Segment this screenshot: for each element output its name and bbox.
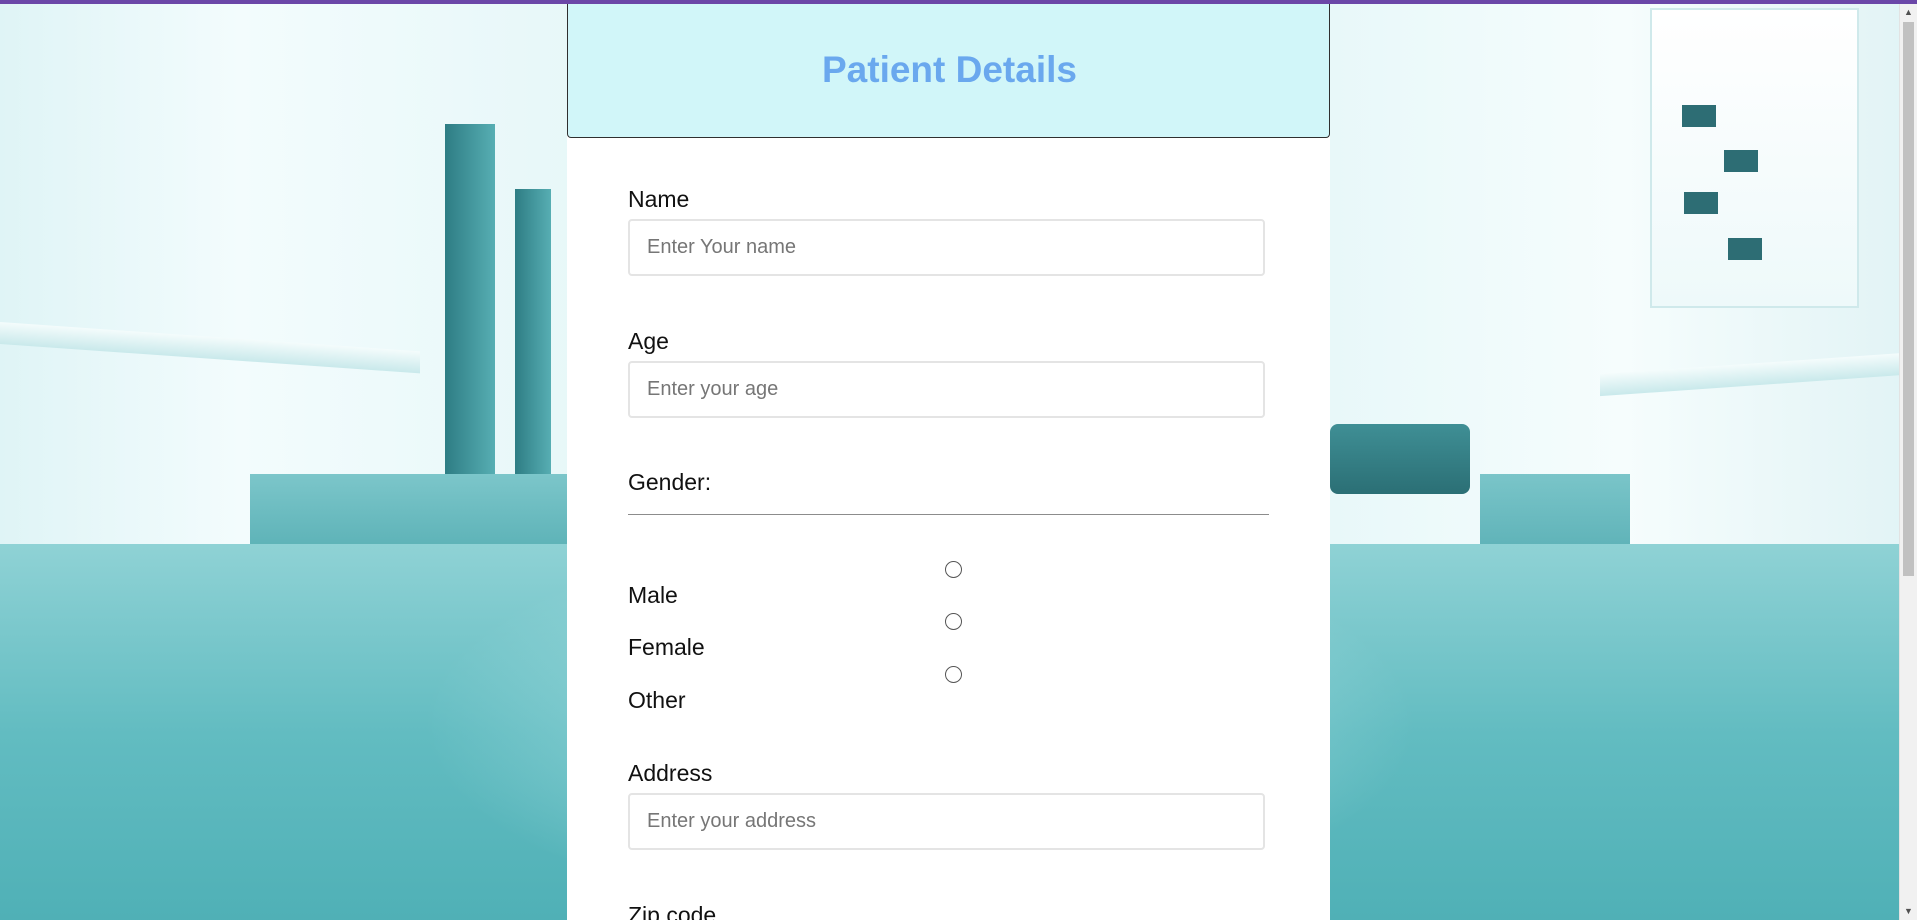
gender-male-radio[interactable]	[945, 561, 962, 578]
age-input[interactable]	[628, 361, 1265, 418]
address-input[interactable]	[628, 793, 1265, 850]
form-header: Patient Details	[567, 4, 1330, 138]
gender-option-female-label: Female	[628, 634, 705, 660]
gender-divider	[628, 514, 1269, 515]
cabinet-slot	[1728, 238, 1762, 260]
address-label: Address	[628, 760, 713, 786]
cabinet-slot	[1724, 150, 1758, 172]
name-label: Name	[628, 186, 690, 212]
gender-option-other-label: Other	[628, 687, 686, 713]
name-input[interactable]	[628, 219, 1265, 276]
page-scrollbar[interactable]: ▲ ▼	[1899, 4, 1917, 920]
page-viewport: Patient Details Name Age Gender: Male Fe…	[0, 0, 1917, 920]
scrollbar-thumb[interactable]	[1903, 22, 1914, 576]
top-accent-bar	[0, 0, 1917, 4]
patient-form-card: Patient Details Name Age Gender: Male Fe…	[567, 4, 1330, 920]
age-label: Age	[628, 328, 669, 354]
scroll-up-arrow-icon[interactable]: ▲	[1900, 4, 1917, 21]
cabinet-slot	[1684, 192, 1718, 214]
gender-female-radio[interactable]	[945, 613, 962, 630]
form-title: Patient Details	[822, 49, 1077, 90]
scroll-down-arrow-icon[interactable]: ▼	[1900, 903, 1917, 920]
cabinet-slot	[1682, 105, 1716, 127]
gender-label: Gender:	[628, 469, 712, 495]
zip-code-label: Zip code	[628, 902, 717, 920]
waiting-chairs	[1330, 424, 1470, 494]
wall-cabinet	[1650, 8, 1859, 308]
gender-other-radio[interactable]	[945, 666, 962, 683]
gender-option-male-label: Male	[628, 582, 678, 608]
